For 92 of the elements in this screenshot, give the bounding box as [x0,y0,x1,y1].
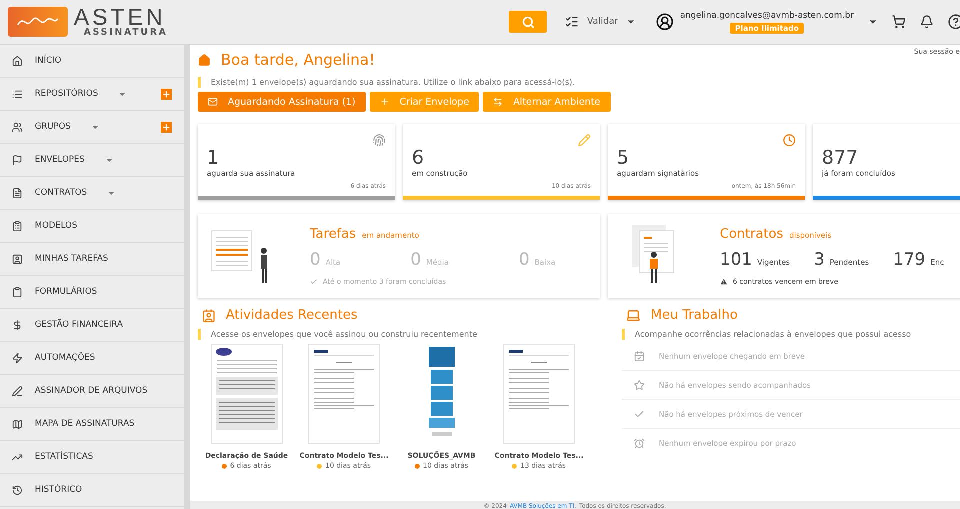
logo-wordmark: ASTEN [74,6,167,29]
sidebar-item[interactable]: MINHAS TAREFAS [0,243,184,276]
sidebar-item[interactable]: MODELOS [0,210,184,243]
sidebar-item[interactable]: AUTOMAÇÕES [0,342,184,375]
menu-item-icon [12,122,23,132]
laptop-icon [626,308,641,323]
cart-button[interactable] [892,15,906,29]
cart-icon [892,15,906,29]
avatar-icon [656,13,674,31]
sidebar-label: MAPA DE ASSINATURAS [35,419,135,429]
menu-item-icon [12,352,23,364]
sidebar-item[interactable]: FORMULÁRIOS [0,276,184,309]
help-icon [948,14,960,30]
validate-dropdown[interactable]: Validar [565,15,636,29]
sidebar-label: ASSINADOR DE ARQUIVOS [35,386,148,396]
home-icon [198,54,211,66]
sidebar-item[interactable]: ESTATÍSTICAS [0,441,184,474]
sidebar-label: ESTATÍSTICAS [35,452,94,462]
star-icon [634,380,645,390]
sidebar-label: GESTÃO FINANCEIRA [35,320,124,330]
sidebar-label: AUTOMAÇÕES [35,353,96,363]
logo-subtitle: ASSINATURA [84,29,168,38]
user-email: angelina.goncalves@avmb-asten.com.br [680,10,854,20]
menu-item-icon [12,320,23,330]
contact-card-icon [202,308,216,322]
add-button[interactable] [161,122,172,132]
sidebar-item[interactable]: MAPA DE ASSINATURAS [0,408,184,441]
sidebar-label: HISTÓRICO [35,485,82,495]
sidebar-item[interactable]: CONTRATOS [0,177,184,210]
pencil-icon [578,134,591,147]
checkmark-icon [634,408,645,420]
alarm-clock-icon [634,438,645,449]
menu-item-icon [12,286,23,298]
count-value: 101 [720,250,752,270]
sidebar-item[interactable]: ENVELOPES [0,144,184,177]
notice-text: Existe(m) 1 envelope(s) aguardando sua assinatura. Utilize o link abaixo para acessá-lo(s). [211,78,576,87]
sidebar-label: GRUPOS [35,122,71,132]
count-value: 0 [518,250,530,270]
sidebar-item[interactable]: HISTÓRICO [0,474,184,507]
envelope-icon [208,97,218,107]
card-title: Contratos [720,226,784,242]
sidebar-label: CONTRATOS [35,188,88,198]
sidebar-item[interactable]: REPOSITÓRIOS [0,78,184,111]
plus-icon [380,97,390,107]
menu-item-icon [12,56,23,66]
menu-item-icon [12,188,23,198]
section-title: Meu Trabalho [651,308,738,323]
menu-item-icon [12,254,23,264]
bell-icon [920,15,934,29]
section-subtitle: Acesse os envelopes que você assinou ou construiu recentemente [211,330,478,339]
card-title: Tarefas [310,226,356,242]
sidebar-item[interactable]: ASSINADOR DE ARQUIVOS [0,375,184,408]
menu-item-icon [12,386,23,396]
sidebar-label: INÍCIO [35,56,62,66]
menu-item-icon [12,484,23,496]
checklist-icon [565,15,580,29]
greeting-title: Boa tarde, Angelina! [221,51,376,69]
menu-item-icon [12,418,23,430]
count-value: 179 [893,250,926,270]
swap-arrows-icon [493,97,504,107]
warning-icon [720,278,728,286]
menu-item-icon [12,154,23,166]
clock-icon [783,134,796,147]
sidebar-item[interactable]: GRUPOS [0,111,184,144]
stat-value: 877 [822,148,860,169]
fingerprint-icon [373,134,386,147]
menu-item-icon [12,220,23,232]
count-value: 0 [410,250,422,270]
logo-icon [8,7,68,37]
section-title: Atividades Recentes [226,308,358,323]
count-value: 0 [310,250,321,270]
stat-value: 1 [207,148,220,169]
search-icon [522,16,535,28]
sidebar-label: REPOSITÓRIOS [35,89,98,99]
sidebar-item[interactable]: GESTÃO FINANCEIRA [0,309,184,342]
notifications-button[interactable] [920,15,934,29]
sidebar-label: MODELOS [35,221,78,231]
plus-icon [162,90,171,98]
sidebar-label: MINHAS TAREFAS [35,254,108,264]
checkmark-icon [310,278,318,286]
sidebar-item[interactable]: INÍCIO [0,45,184,78]
sidebar-label: ENVELOPES [35,155,85,165]
help-button[interactable] [948,14,960,30]
count-value: 3 [814,250,825,270]
plus-icon [162,122,171,132]
section-subtitle: Acompanhe ocorrências relacionadas à envelopes que possui acesso [635,330,912,339]
sidebar-label: FORMULÁRIOS [35,287,98,297]
calendar-check-icon [634,350,645,362]
stat-value: 6 [412,148,426,169]
add-button[interactable] [161,88,172,100]
menu-item-icon [12,88,23,100]
stat-value: 5 [617,148,630,169]
